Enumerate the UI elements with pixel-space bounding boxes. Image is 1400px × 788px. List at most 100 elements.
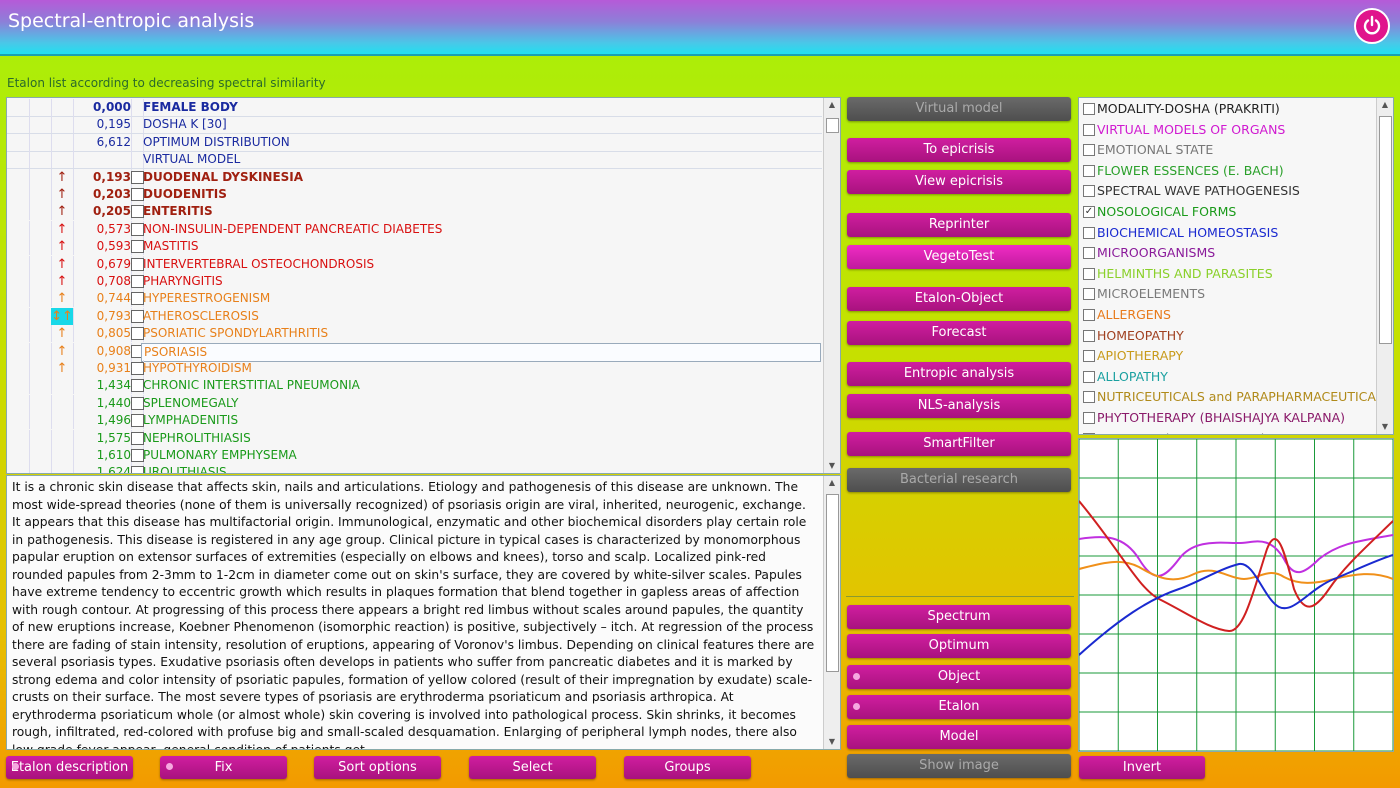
description-text: It is a chronic skin disease that affect…: [12, 480, 815, 750]
grid-line: [29, 238, 30, 256]
table-row[interactable]: ↑ 0,931 HYPOTHYROIDISM: [7, 360, 822, 377]
row-name: VIRTUAL MODEL: [143, 152, 241, 167]
table-row[interactable]: ↑ 0,205 ENTERITIS: [7, 203, 822, 221]
table-row[interactable]: 1,496 LYMPHADENITIS: [7, 412, 822, 430]
category-list[interactable]: MODALITY-DOSHA (PRAKRITI) VIRTUAL MODELS …: [1078, 97, 1394, 435]
table-row[interactable]: VIRTUAL MODEL: [7, 151, 822, 170]
category-label: EMOTIONAL STATE: [1097, 142, 1214, 158]
etalon-object-button[interactable]: Etalon-Object: [847, 287, 1071, 311]
category-checkbox[interactable]: [1083, 226, 1095, 239]
invert-button[interactable]: Invert: [1079, 756, 1205, 779]
table-row[interactable]: ↑ 0,573 NON-INSULIN-DEPENDENT PANCREATIC D…: [7, 220, 822, 238]
row-value: 0,205: [93, 204, 131, 219]
category-checkbox[interactable]: ✓: [1083, 206, 1095, 218]
etalon-button[interactable]: Etalon: [847, 695, 1071, 719]
scroll-down-icon[interactable]: ▼: [1377, 420, 1393, 434]
bacterial-research-button[interactable]: Bacterial research: [847, 468, 1071, 492]
scroll-down-icon[interactable]: ▼: [824, 459, 840, 473]
select-button[interactable]: Select: [469, 756, 596, 779]
category-checkbox[interactable]: [1083, 247, 1095, 260]
reprinter-button[interactable]: Reprinter: [847, 213, 1071, 237]
view-epicrisis-button[interactable]: View epicrisis: [847, 170, 1071, 194]
grid-line: [51, 133, 52, 151]
scroll-up-icon[interactable]: ▲: [824, 98, 840, 112]
optimum-button[interactable]: Optimum: [847, 634, 1071, 658]
table-row[interactable]: ↑ 0,908 PSORIASIS: [7, 342, 822, 362]
category-label: MINERALS (RASASHASTRA): [1097, 429, 1266, 434]
etalon-description-button[interactable]: Etalon description: [6, 756, 133, 779]
category-checkbox[interactable]: [1083, 144, 1095, 157]
scrollbar-thumb[interactable]: [1379, 116, 1392, 344]
to-epicrisis-button[interactable]: To epicrisis: [847, 138, 1071, 162]
grid-line: [29, 203, 30, 221]
trend-arrow-icon: ↑: [56, 361, 68, 376]
row-name: UROLITHIASIS: [143, 465, 227, 474]
grid-line: [51, 99, 52, 116]
etalon-list-scrollbar[interactable]: ▲ ▼: [823, 98, 840, 473]
table-row[interactable]: 1,434 CHRONIC INTERSTITIAL PNEUMONIA: [7, 377, 822, 395]
category-label: MODALITY-DOSHA (PRAKRITI): [1097, 101, 1280, 116]
object-button[interactable]: Object: [847, 665, 1071, 689]
table-row[interactable]: ↑ 0,193 DUODENAL DYSKINESIA: [7, 168, 822, 186]
sort-options-button[interactable]: Sort options: [314, 756, 441, 779]
category-checkbox[interactable]: [1083, 164, 1095, 177]
scroll-up-icon[interactable]: ▲: [1377, 98, 1393, 112]
table-row[interactable]: 6,612 OPTIMUM DISTRIBUTION: [7, 133, 822, 152]
category-checkbox[interactable]: [1083, 329, 1095, 342]
description-scrollbar[interactable]: ▲ ▼: [823, 476, 840, 749]
spectrum-button[interactable]: Spectrum: [847, 605, 1071, 629]
category-checkbox[interactable]: [1083, 288, 1095, 301]
row-name: DUODENITIS: [143, 187, 227, 201]
table-row[interactable]: ↕↑ 0,793 ATHEROSCLEROSIS: [7, 307, 822, 325]
grid-line: [131, 116, 132, 134]
vegetotest-button[interactable]: VegetoTest: [847, 245, 1071, 269]
trend-arrow-icon: ↑: [56, 326, 68, 342]
scroll-up-icon[interactable]: ▲: [824, 476, 840, 490]
table-row[interactable]: ↑ 0,708 PHARYNGITIS: [7, 273, 822, 290]
virtual-model-button[interactable]: Virtual model: [847, 97, 1071, 121]
category-checkbox[interactable]: [1083, 432, 1095, 434]
category-checkbox[interactable]: [1083, 370, 1095, 383]
power-button[interactable]: [1354, 8, 1390, 44]
grid-line: [51, 394, 52, 412]
grid-line: [29, 307, 30, 325]
etalon-list[interactable]: 0,000 FEMALE BODY 0,195 DOSHA K [30] 6,612 OP…: [6, 97, 841, 474]
category-checkbox[interactable]: [1083, 412, 1095, 424]
entropic-analysis-button[interactable]: Entropic analysis: [847, 362, 1071, 386]
scroll-down-icon[interactable]: ▼: [824, 735, 840, 749]
scrollbar-thumb[interactable]: [826, 494, 839, 672]
table-row[interactable]: ↑ 0,805 PSORIATIC SPONDYLARTHRITIS: [7, 325, 822, 343]
trend-arrow-icon: ↑: [56, 169, 68, 185]
table-row[interactable]: ↑ 0,744 HYPERESTROGENISM: [7, 290, 822, 308]
table-row[interactable]: 1,575 NEPHROLITHIASIS: [7, 429, 822, 447]
scrollbar-thumb[interactable]: [826, 118, 839, 133]
table-row[interactable]: 1,610 PULMONARY EMPHYSEMA: [7, 447, 822, 464]
grid-line: [29, 377, 30, 395]
table-row[interactable]: 1,624 UROLITHIASIS: [7, 464, 822, 474]
forecast-button[interactable]: Forecast: [847, 321, 1071, 345]
table-row[interactable]: ↑ 0,203 DUODENITIS: [7, 186, 822, 203]
category-checkbox[interactable]: [1083, 309, 1095, 321]
category-checkbox[interactable]: [1083, 103, 1095, 115]
groups-button[interactable]: Groups: [624, 756, 751, 779]
radio-dot-icon: [853, 673, 860, 680]
table-row[interactable]: 0,195 DOSHA K [30]: [7, 116, 822, 135]
smartfilter-button[interactable]: SmartFilter: [847, 432, 1071, 456]
row-value: 0,573: [96, 221, 131, 236]
category-list-scrollbar[interactable]: ▲ ▼: [1376, 98, 1393, 434]
model-button[interactable]: Model: [847, 725, 1071, 749]
table-row[interactable]: ↑ 0,679 INTERVERTEBRAL OSTEOCHONDROSIS: [7, 255, 822, 273]
show-image-button[interactable]: Show image: [847, 754, 1071, 778]
fix-button[interactable]: Fix: [160, 756, 287, 779]
table-row[interactable]: 1,440 SPLENOMEGALY: [7, 394, 822, 412]
category-label: FLOWER ESSENCES (E. BACH): [1097, 162, 1284, 178]
category-checkbox[interactable]: [1083, 391, 1095, 404]
nls-analysis-button[interactable]: NLS-analysis: [847, 394, 1071, 418]
etalon-description-box[interactable]: It is a chronic skin disease that affect…: [6, 475, 841, 750]
category-checkbox[interactable]: [1083, 185, 1095, 198]
table-row[interactable]: ↑ 0,593 MASTITIS: [7, 238, 822, 256]
category-checkbox[interactable]: [1083, 123, 1095, 136]
category-checkbox[interactable]: [1083, 267, 1095, 280]
table-row[interactable]: 0,000 FEMALE BODY: [7, 99, 822, 117]
category-checkbox[interactable]: [1083, 350, 1095, 363]
